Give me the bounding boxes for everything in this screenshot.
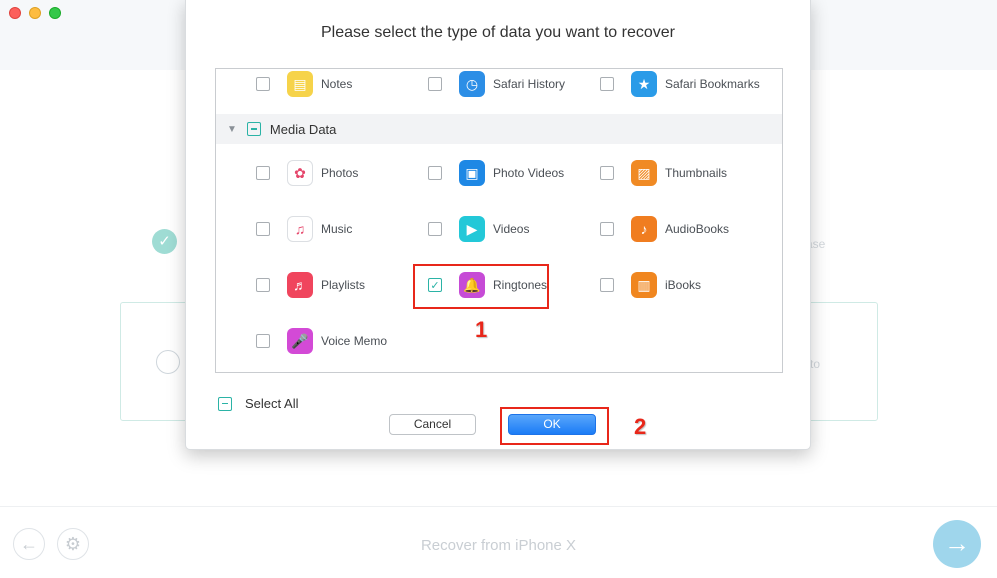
minimize-window-button[interactable] xyxy=(29,7,41,19)
option-checkbox[interactable] xyxy=(600,222,614,236)
option-label: AudioBooks xyxy=(665,222,730,236)
audiobooks-icon: ♪ xyxy=(631,216,657,242)
data-type-option[interactable]: 🎤 Voice Memo xyxy=(256,321,387,361)
data-type-list[interactable]: ▤ Notes ◷ Safari History ★ Safari Bookmarks ▼… xyxy=(215,68,783,373)
option-label: Safari History xyxy=(493,77,566,91)
playlists-icon: ♬ xyxy=(287,272,313,298)
next-button[interactable]: → xyxy=(933,520,981,568)
photo-videos-icon: ▣ xyxy=(459,160,485,186)
notes-icon: ▤ xyxy=(287,71,313,97)
option-label: Playlists xyxy=(321,278,366,292)
option-label: Voice Memo xyxy=(321,334,388,348)
data-type-row: 🎤 Voice Memo xyxy=(216,321,782,361)
option-label: Photo Videos xyxy=(493,166,565,180)
option-checkbox[interactable] xyxy=(256,222,270,236)
select-all-label: Select All xyxy=(245,396,299,411)
section-header-media-data[interactable]: ▼ Media Data xyxy=(216,114,782,144)
close-window-button[interactable] xyxy=(9,7,21,19)
checkmark-icon: ✓ xyxy=(152,229,177,254)
footer-title: Recover from iPhone X xyxy=(420,537,577,554)
option-radio[interactable] xyxy=(156,350,180,374)
option-label: iBooks xyxy=(665,278,702,292)
data-type-row: ▤ Notes ◷ Safari History ★ Safari Bookmarks xyxy=(216,69,782,104)
data-type-row: ✿ Photos ▣ Photo Videos ▨ Thumbnails xyxy=(216,153,782,193)
videos-icon: ▶ xyxy=(459,216,485,242)
maximize-window-button[interactable] xyxy=(49,7,61,19)
data-type-option[interactable]: ▶ Videos xyxy=(428,209,529,249)
photos-icon: ✿ xyxy=(287,160,313,186)
select-all-checkbox[interactable] xyxy=(218,396,232,411)
data-type-option[interactable]: ▥ iBooks xyxy=(600,265,701,305)
data-type-option[interactable]: ✿ Photos xyxy=(256,153,358,193)
music-icon: ♫ xyxy=(287,216,313,242)
option-checkbox[interactable] xyxy=(600,77,614,91)
arrow-right-icon: → xyxy=(944,528,970,558)
section-label: Media Data xyxy=(269,121,337,137)
option-checkbox[interactable] xyxy=(256,334,270,348)
option-checkbox[interactable] xyxy=(600,166,614,180)
step-number-1: 1 xyxy=(475,317,488,342)
option-label: Music xyxy=(321,222,353,236)
highlight-box-ringtones xyxy=(413,264,549,309)
thumbnails-icon: ▨ xyxy=(631,160,657,186)
data-type-option[interactable]: ★ Safari Bookmarks xyxy=(600,69,760,104)
recover-type-dialog: Please select the type of data you want … xyxy=(185,0,811,450)
option-checkbox[interactable] xyxy=(256,77,270,91)
section-partial-checkbox[interactable] xyxy=(246,122,261,136)
step-number-2: 2 xyxy=(634,414,647,439)
cancel-button[interactable]: Cancel xyxy=(389,414,476,435)
highlight-box-ok xyxy=(500,407,609,445)
dialog-title: Please select the type of data you want … xyxy=(321,24,675,41)
option-checkbox[interactable] xyxy=(600,278,614,292)
safari-history-icon: ◷ xyxy=(459,71,485,97)
option-label: Videos xyxy=(493,222,530,236)
data-type-option[interactable]: ▣ Photo Videos xyxy=(428,153,564,193)
data-type-option[interactable]: ♬ Playlists xyxy=(256,265,365,305)
data-type-option[interactable]: ▤ Notes xyxy=(256,69,353,104)
voice-memo-icon: 🎤 xyxy=(287,328,313,354)
ibooks-icon: ▥ xyxy=(631,272,657,298)
safari-bookmarks-icon: ★ xyxy=(631,71,657,97)
option-checkbox[interactable] xyxy=(428,222,442,236)
select-all-control[interactable]: Select All xyxy=(218,396,298,411)
data-type-row: ♫ Music ▶ Videos ♪ AudioBooks xyxy=(216,209,782,249)
data-type-option[interactable]: ▨ Thumbnails xyxy=(600,153,727,193)
window-controls xyxy=(9,7,61,19)
option-checkbox[interactable] xyxy=(256,166,270,180)
option-checkbox[interactable] xyxy=(428,77,442,91)
data-type-option[interactable]: ♪ AudioBooks xyxy=(600,209,729,249)
option-label: Thumbnails xyxy=(665,166,728,180)
option-label: Notes xyxy=(321,77,353,91)
collapse-triangle-icon[interactable]: ▼ xyxy=(227,124,237,135)
option-label: Photos xyxy=(321,166,359,180)
option-checkbox[interactable] xyxy=(256,278,270,292)
option-checkbox[interactable] xyxy=(428,166,442,180)
option-label: Safari Bookmarks xyxy=(665,77,760,91)
background-text-2: to xyxy=(810,357,821,371)
data-type-option[interactable]: ♫ Music xyxy=(256,209,352,249)
data-type-option[interactable]: ◷ Safari History xyxy=(428,69,566,104)
